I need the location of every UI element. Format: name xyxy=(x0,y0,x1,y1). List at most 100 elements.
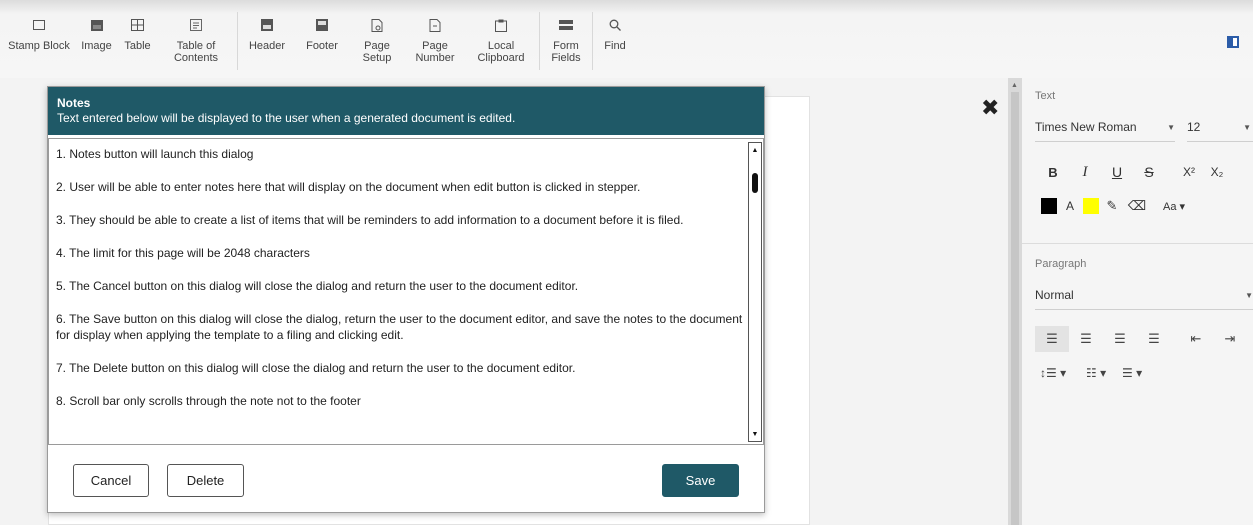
form-fields-label: Form Fields xyxy=(551,40,581,64)
list-row: ↕☰ ▾ ☷ ▾ ☰ ▾ xyxy=(1040,366,1158,380)
find-group: Find xyxy=(598,14,632,52)
close-icon[interactable]: ✖ xyxy=(981,95,999,121)
bullet-list-icon[interactable]: ☷ ▾ xyxy=(1086,366,1122,380)
font-size-select[interactable]: 12 ▼ xyxy=(1187,120,1253,142)
save-button[interactable]: Save xyxy=(662,464,739,497)
stamp-block-label: Stamp Block xyxy=(8,40,70,52)
line-spacing-icon[interactable]: ↕☰ ▾ xyxy=(1040,366,1086,380)
header-button[interactable]: Header xyxy=(243,14,291,64)
paragraph-style-select[interactable]: Normal ▼ xyxy=(1035,288,1253,310)
chevron-down-icon: ▼ xyxy=(1243,123,1251,132)
paragraph-style-value: Normal xyxy=(1035,288,1074,302)
toolbar-divider xyxy=(539,12,540,70)
local-clipboard-button[interactable]: Local Clipboard xyxy=(469,14,533,64)
toc-label: Table of Contents xyxy=(173,40,219,64)
change-case-button[interactable]: Aa ▾ xyxy=(1163,200,1185,213)
panel-toggle-icon[interactable] xyxy=(1227,36,1239,48)
page-number-button[interactable]: Page Number xyxy=(401,14,469,64)
footer-label: Footer xyxy=(306,40,338,52)
page-setup-button[interactable]: Page Setup xyxy=(353,14,401,64)
form-fields-icon xyxy=(559,18,573,32)
local-clipboard-label: Local Clipboard xyxy=(477,40,525,64)
numbered-list-icon[interactable]: ☰ ▾ xyxy=(1122,366,1158,380)
note-item: 1. Notes button will launch this dialog xyxy=(56,147,254,161)
footer-button[interactable]: Footer xyxy=(291,14,353,64)
page-number-icon xyxy=(428,18,442,32)
subscript-button[interactable]: X₂ xyxy=(1205,159,1229,185)
dialog-title: Notes xyxy=(57,96,91,110)
scroll-up-icon[interactable]: ▲ xyxy=(749,144,761,156)
font-family-select[interactable]: Times New Roman ▼ xyxy=(1035,120,1175,142)
note-item: 8. Scroll bar only scrolls through the n… xyxy=(56,394,361,408)
stamp-block-button[interactable]: Stamp Block xyxy=(0,14,78,64)
delete-button[interactable]: Delete xyxy=(167,464,244,497)
table-icon xyxy=(131,18,145,32)
page-number-label: Page Number xyxy=(415,40,455,64)
clear-format-icon[interactable]: ⌫ xyxy=(1125,198,1149,214)
dialog-subtitle: Text entered below will be displayed to … xyxy=(57,111,516,125)
page-setup-label: Page Setup xyxy=(362,40,392,64)
table-button[interactable]: Table xyxy=(115,14,160,64)
image-icon xyxy=(90,18,104,32)
layout-group: Header Footer Page Setup Page Number Loc… xyxy=(243,14,533,64)
cancel-button[interactable]: Cancel xyxy=(73,464,149,497)
align-center-icon[interactable]: ☰ xyxy=(1069,326,1103,352)
superscript-button[interactable]: X² xyxy=(1173,159,1205,185)
alignment-row: ☰ ☰ ☰ ☰ ⇤ ⇥ xyxy=(1035,326,1247,352)
align-right-icon[interactable]: ☰ xyxy=(1103,326,1137,352)
panel-scrollbar-thumb[interactable] xyxy=(1011,92,1019,525)
table-of-contents-button[interactable]: Table of Contents xyxy=(160,14,232,64)
scroll-up-icon[interactable]: ▲ xyxy=(1011,82,1018,89)
highlight-pen-icon[interactable]: ✎ xyxy=(1099,198,1125,214)
stamp-block-icon xyxy=(32,18,46,32)
toc-icon xyxy=(189,18,203,32)
insert-group: Stamp Block Image Table Table of Content… xyxy=(0,14,232,64)
note-item: 3. They should be able to create a list … xyxy=(56,213,684,227)
align-left-icon[interactable]: ☰ xyxy=(1035,326,1069,352)
text-section-label: Text xyxy=(1035,90,1056,102)
search-icon xyxy=(608,18,622,32)
align-justify-icon[interactable]: ☰ xyxy=(1137,326,1171,352)
clipboard-icon xyxy=(494,18,508,32)
note-item: 2. User will be able to enter notes here… xyxy=(56,180,641,194)
toolbar: Stamp Block Image Table Table of Content… xyxy=(0,0,1253,78)
notes-scrollbar[interactable]: ▲ ▼ xyxy=(748,142,762,442)
indent-icon[interactable]: ⇥ xyxy=(1213,326,1247,352)
notes-textarea[interactable]: 1. Notes button will launch this dialog … xyxy=(48,138,764,445)
notes-content: 1. Notes button will launch this dialog … xyxy=(56,146,746,426)
image-button[interactable]: Image xyxy=(78,14,115,64)
scroll-down-icon[interactable]: ▼ xyxy=(749,428,761,440)
note-item: 5. The Cancel button on this dialog will… xyxy=(56,279,579,293)
find-button[interactable]: Find xyxy=(598,14,632,52)
toolbar-divider xyxy=(592,12,593,70)
note-item: 6. The Save button on this dialog will c… xyxy=(56,312,743,342)
paragraph-section-label: Paragraph xyxy=(1035,258,1087,270)
font-family-value: Times New Roman xyxy=(1035,120,1137,134)
notes-dialog: Notes Text entered below will be display… xyxy=(47,86,765,513)
font-color-swatch[interactable] xyxy=(1041,198,1057,214)
font-color-button[interactable]: A xyxy=(1057,199,1083,213)
note-item: 7. The Delete button on this dialog will… xyxy=(56,361,576,375)
panel-divider xyxy=(1022,243,1253,244)
font-size-value: 12 xyxy=(1187,120,1201,134)
notes-scrollbar-thumb[interactable] xyxy=(752,173,758,193)
italic-button[interactable]: I xyxy=(1069,159,1101,185)
tools-group: Form Fields xyxy=(543,14,589,64)
color-row: A ✎ ⌫ Aa ▾ xyxy=(1041,198,1185,214)
outdent-icon[interactable]: ⇤ xyxy=(1179,326,1213,352)
form-fields-button[interactable]: Form Fields xyxy=(543,14,589,64)
highlight-color-swatch[interactable] xyxy=(1083,198,1099,214)
table-label: Table xyxy=(124,40,151,52)
chevron-down-icon: ▼ xyxy=(1245,291,1253,300)
chevron-down-icon: ▼ xyxy=(1167,123,1175,132)
header-icon xyxy=(260,18,274,32)
find-label: Find xyxy=(604,40,626,52)
toolbar-divider xyxy=(237,12,238,70)
dialog-header: Notes Text entered below will be display… xyxy=(48,87,764,135)
underline-button[interactable]: U xyxy=(1101,159,1133,185)
strikethrough-button[interactable]: S xyxy=(1133,159,1165,185)
note-item: 4. The limit for this page will be 2048 … xyxy=(56,246,310,260)
header-label: Header xyxy=(248,40,286,52)
image-label: Image xyxy=(81,40,112,52)
bold-button[interactable]: B xyxy=(1037,159,1069,185)
